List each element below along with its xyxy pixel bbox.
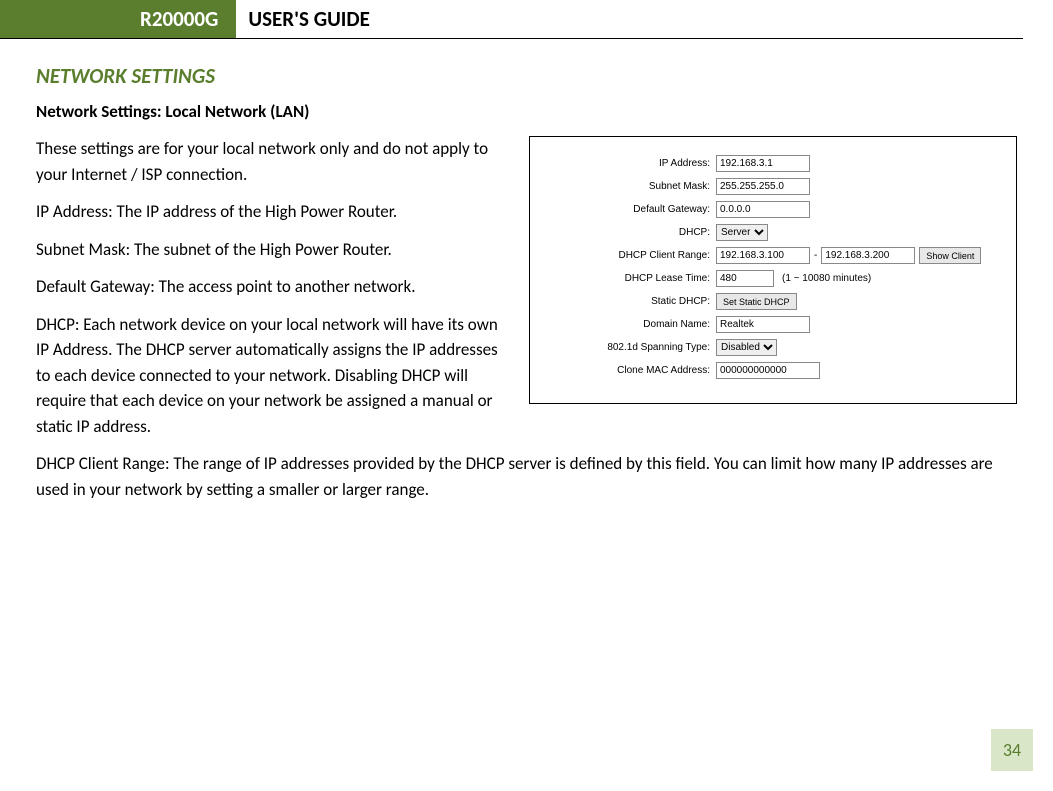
settings-screenshot: IP Address: Subnet Mask: Default Gateway…: [529, 136, 1017, 404]
domain-input[interactable]: [716, 316, 810, 333]
label-gateway: Default Gateway:: [542, 204, 716, 215]
label-ip: IP Address:: [542, 158, 716, 169]
range-start-input[interactable]: [716, 247, 810, 264]
dhcp-select[interactable]: Server: [716, 224, 768, 241]
page-number: 34: [991, 729, 1033, 771]
header-model: R20000G: [0, 0, 236, 38]
label-static: Static DHCP:: [542, 296, 716, 307]
range-end-input[interactable]: [821, 247, 915, 264]
ip-input[interactable]: [716, 155, 810, 172]
label-spanning: 802.1d Spanning Type:: [542, 342, 716, 353]
range-separator: -: [814, 250, 817, 261]
section-subtitle: Network Settings: Local Network (LAN): [36, 101, 1017, 122]
page-header: R20000G USER'S GUIDE: [0, 0, 1023, 39]
label-clone: Clone MAC Address:: [542, 365, 716, 376]
label-range: DHCP Client Range:: [542, 250, 716, 261]
header-title: USER'S GUIDE: [236, 0, 369, 38]
spanning-select[interactable]: Disabled: [716, 339, 777, 356]
label-domain: Domain Name:: [542, 319, 716, 330]
lease-input[interactable]: [716, 270, 774, 287]
label-subnet: Subnet Mask:: [542, 181, 716, 192]
subnet-input[interactable]: [716, 178, 810, 195]
section-title: NETWORK SETTINGS: [36, 63, 1017, 89]
label-dhcp: DHCP:: [542, 227, 716, 238]
show-client-button[interactable]: Show Client: [919, 247, 981, 264]
lease-hint: (1 ~ 10080 minutes): [782, 273, 871, 284]
clone-mac-input[interactable]: [716, 362, 820, 379]
label-lease: DHCP Lease Time:: [542, 273, 716, 284]
paragraph-range: DHCP Client Range: The range of IP addre…: [36, 451, 1017, 502]
set-static-dhcp-button[interactable]: Set Static DHCP: [716, 293, 797, 310]
gateway-input[interactable]: [716, 201, 810, 218]
page-content: NETWORK SETTINGS Network Settings: Local…: [0, 39, 1053, 514]
